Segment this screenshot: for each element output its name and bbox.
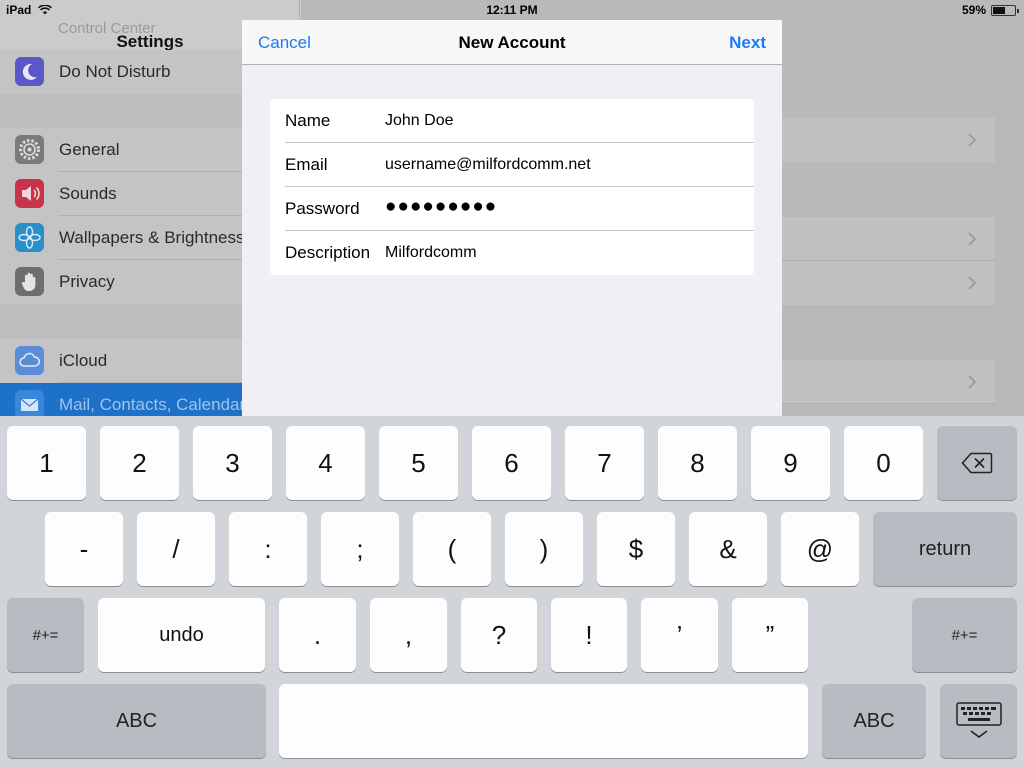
field-label: Email	[285, 155, 328, 174]
page-title: New Account	[458, 33, 566, 52]
key-5[interactable]: 5	[379, 426, 458, 500]
return-key[interactable]: return	[873, 512, 1017, 586]
name-input[interactable]: John Doe	[385, 112, 454, 130]
symbols-shift-key-right[interactable]: #+=	[912, 598, 1017, 672]
flower-icon	[15, 223, 44, 252]
cloud-icon	[15, 346, 44, 375]
field-label: Name	[285, 111, 331, 130]
chevron-right-icon	[968, 232, 977, 246]
on-screen-keyboard: 1 2 3 4 5 6 7 8 9 0 - / : ; ( ) $ & @ re…	[0, 416, 1024, 768]
key-0[interactable]: 0	[844, 426, 923, 500]
key-colon[interactable]: :	[229, 512, 307, 586]
name-field[interactable]: Name John Doe	[270, 99, 754, 143]
status-bar: iPad 12:11 PM 59%	[0, 0, 1024, 20]
description-input[interactable]: Milfordcomm	[385, 244, 477, 262]
chevron-right-icon	[968, 276, 977, 290]
key-4[interactable]: 4	[286, 426, 365, 500]
key-exclamation[interactable]: !	[551, 598, 627, 672]
new-account-sheet: Cancel New Account Next Name John Doe Em…	[242, 20, 782, 416]
symbols-shift-key-left[interactable]: #+=	[7, 598, 84, 672]
space-key[interactable]	[279, 684, 808, 758]
moon-icon	[15, 57, 44, 86]
key-comma[interactable]: ,	[370, 598, 447, 672]
password-input[interactable]: ●●●●●●●●●	[385, 196, 497, 218]
key-at[interactable]: @	[781, 512, 859, 586]
keyboard-dismiss-icon	[955, 702, 1002, 738]
battery-level	[993, 7, 1006, 14]
key-quote[interactable]: ”	[732, 598, 808, 672]
sidebar-item-label: Wallpapers & Brightness	[59, 228, 245, 247]
sidebar-item-label: iCloud	[59, 351, 108, 370]
sidebar-item-label: Mail, Contacts, Calendars	[59, 395, 254, 414]
key-question[interactable]: ?	[461, 598, 537, 672]
key-semicolon[interactable]: ;	[321, 512, 399, 586]
key-dollar[interactable]: $	[597, 512, 675, 586]
backspace-icon	[961, 452, 993, 474]
key-apostrophe[interactable]: ’	[641, 598, 718, 672]
chevron-right-icon	[968, 133, 977, 147]
envelope-icon	[15, 390, 44, 416]
cancel-button[interactable]: Cancel	[258, 33, 311, 53]
key-ampersand[interactable]: &	[689, 512, 767, 586]
key-open-paren[interactable]: (	[413, 512, 491, 586]
key-8[interactable]: 8	[658, 426, 737, 500]
abc-key-left[interactable]: ABC	[7, 684, 266, 758]
key-1[interactable]: 1	[7, 426, 86, 500]
key-3[interactable]: 3	[193, 426, 272, 500]
chevron-right-icon	[968, 375, 977, 389]
nav-bar: Cancel New Account Next	[242, 20, 782, 65]
key-period[interactable]: .	[279, 598, 356, 672]
key-close-paren[interactable]: )	[505, 512, 583, 586]
account-form: Name John Doe Email username@milfordcomm…	[270, 99, 754, 275]
abc-key-right[interactable]: ABC	[822, 684, 926, 758]
undo-key[interactable]: undo	[98, 598, 265, 672]
sidebar-item-label: Sounds	[59, 184, 117, 203]
description-field[interactable]: Description Milfordcomm	[270, 231, 754, 275]
key-7[interactable]: 7	[565, 426, 644, 500]
battery-icon	[991, 5, 1019, 16]
key-2[interactable]: 2	[100, 426, 179, 500]
hand-icon	[15, 267, 44, 296]
email-field[interactable]: Email username@milfordcomm.net	[270, 143, 754, 187]
clock: 12:11 PM	[486, 3, 538, 17]
key-slash[interactable]: /	[137, 512, 215, 586]
email-input[interactable]: username@milfordcomm.net	[385, 156, 591, 174]
speaker-icon	[15, 179, 44, 208]
keyboard-dismiss-key[interactable]	[940, 684, 1017, 758]
battery-percentage: 59%	[961, 3, 986, 17]
field-label: Password	[285, 199, 360, 218]
password-field[interactable]: Password ●●●●●●●●●	[270, 187, 754, 231]
gear-icon	[15, 135, 44, 164]
key-hyphen[interactable]: -	[45, 512, 123, 586]
sidebar-item-label: General	[59, 140, 120, 159]
next-button[interactable]: Next	[729, 33, 766, 53]
sidebar-item-label: Privacy	[59, 272, 115, 291]
field-label: Description	[285, 243, 371, 262]
key-6[interactable]: 6	[472, 426, 551, 500]
key-9[interactable]: 9	[751, 426, 830, 500]
sidebar-item-label: Do Not Disturb	[59, 62, 171, 81]
backspace-key[interactable]	[937, 426, 1017, 500]
